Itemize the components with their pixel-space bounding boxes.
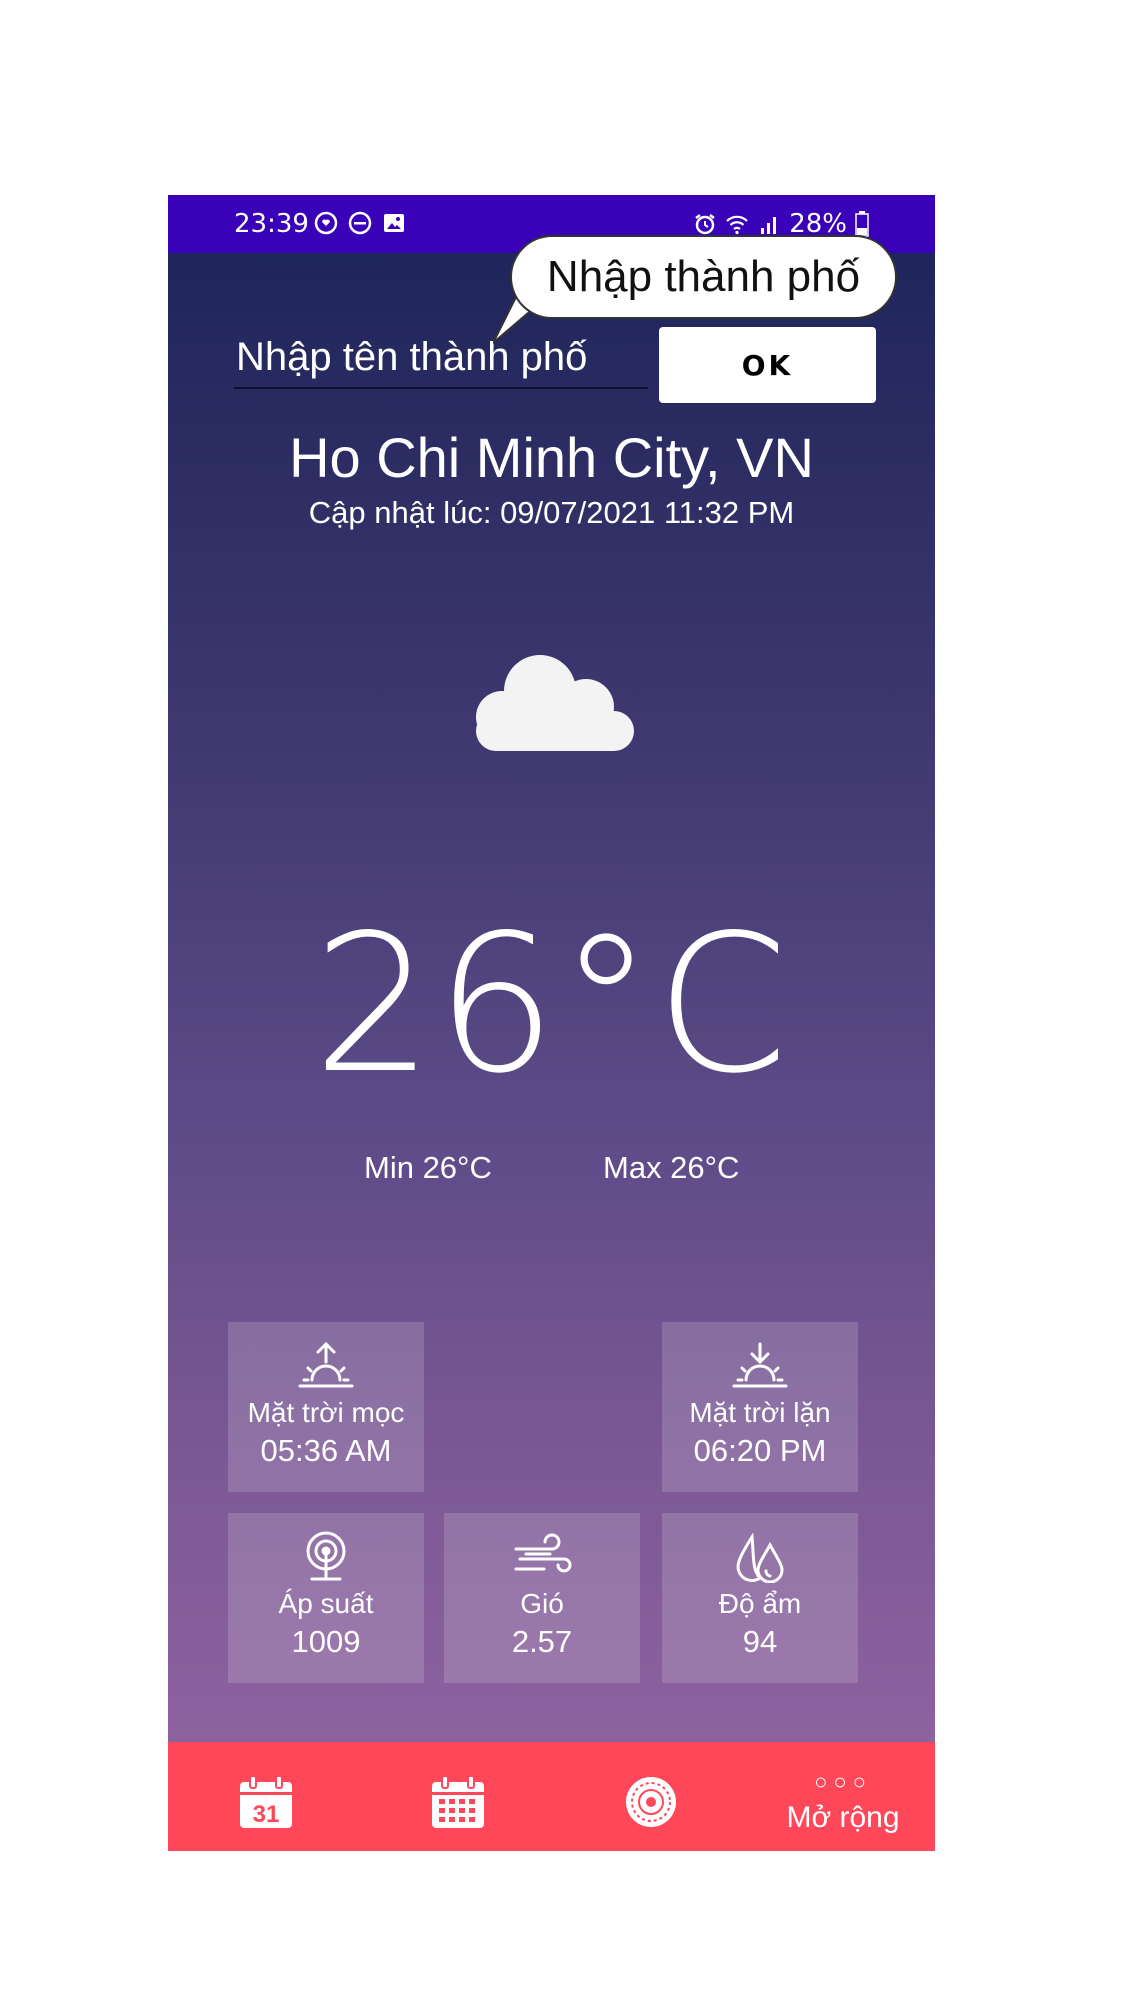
bottom-nav: 31 ○○○ Mở rộng <box>168 1742 935 1851</box>
calendar-month-icon <box>431 1775 484 1828</box>
sunset-icon <box>732 1342 788 1388</box>
health-icon <box>314 211 338 235</box>
humidity-value: 94 <box>742 1624 778 1659</box>
city-search-input[interactable] <box>234 327 648 389</box>
temperature: 26°C <box>312 894 791 1115</box>
battery-icon <box>855 211 869 237</box>
sunrise-icon <box>298 1341 354 1388</box>
humidity-tile: Độ ẩm 94 <box>662 1513 858 1683</box>
updated-time: Cập nhật lúc: 09/07/2021 11:32 PM <box>308 495 795 530</box>
pressure-tile: Áp suất 1009 <box>228 1513 424 1683</box>
city-name: Ho Chi Minh City, VN <box>289 426 814 489</box>
sunrise-label: Mặt trời mọc <box>247 1397 405 1428</box>
status-icons-left <box>314 211 406 235</box>
nav-weather[interactable] <box>598 1742 703 1851</box>
pressure-label: Áp suất <box>278 1588 374 1619</box>
pressure-icon <box>306 1531 346 1581</box>
sunset-label: Mặt trời lặn <box>689 1397 831 1428</box>
wifi-icon <box>726 215 748 235</box>
nav-more[interactable]: ○○○ Mở rộng <box>768 1742 918 1851</box>
gallery-icon <box>384 214 404 232</box>
wind-tile: Gió 2.57 <box>444 1513 640 1683</box>
calendar-day-number: 31 <box>252 1801 279 1828</box>
temp-min: Min 26°C <box>364 1150 492 1185</box>
search-tooltip: Nhập thành phố <box>510 235 897 319</box>
pressure-value: 1009 <box>291 1624 361 1659</box>
calendar-day-icon: 31 <box>239 1775 292 1828</box>
nav-today[interactable]: 31 <box>213 1742 318 1851</box>
more-dots-icon: ○○○ <box>814 1769 872 1794</box>
sunrise-value: 05:36 AM <box>260 1433 392 1468</box>
temp-max: Max 26°C <box>603 1150 740 1185</box>
wind-icon <box>514 1533 572 1573</box>
alarm-icon <box>695 214 715 235</box>
ok-button[interactable]: OK <box>659 327 876 403</box>
compass-wheel-icon <box>625 1777 676 1827</box>
do-not-disturb-icon <box>348 211 372 235</box>
wind-label: Gió <box>520 1588 564 1619</box>
more-label: Mở rộng <box>786 1801 900 1834</box>
humidity-label: Độ ẩm <box>718 1588 802 1619</box>
humidity-icon <box>736 1532 784 1583</box>
wind-value: 2.57 <box>511 1624 573 1659</box>
signal-icon <box>761 217 777 234</box>
status-time: 23:39 <box>234 209 309 239</box>
app-screen: 23:39 28% OK Nhập thành phố Ho Chi Minh … <box>168 195 935 1851</box>
cloud-icon <box>476 655 634 751</box>
sunset-value: 06:20 PM <box>693 1433 827 1468</box>
sunset-tile: Mặt trời lặn 06:20 PM <box>662 1322 858 1492</box>
nav-calendar[interactable] <box>405 1742 510 1851</box>
sunrise-tile: Mặt trời mọc 05:36 AM <box>228 1322 424 1492</box>
